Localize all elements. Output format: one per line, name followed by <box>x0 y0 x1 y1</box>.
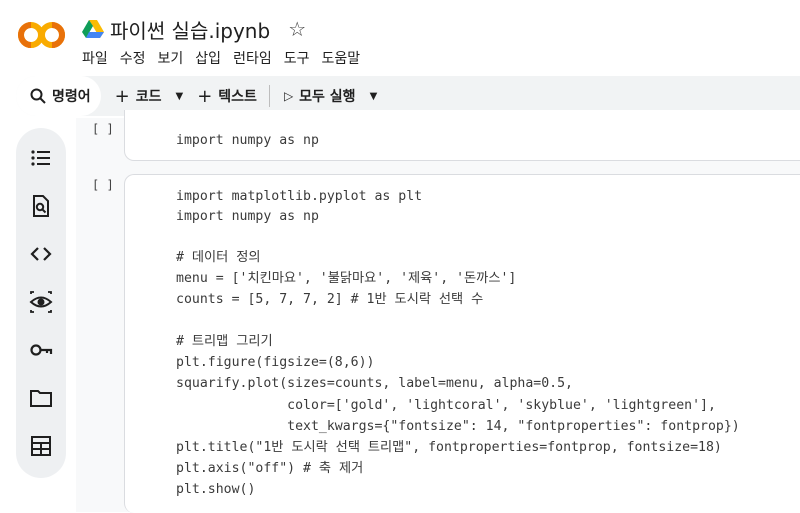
find-icon[interactable] <box>29 194 53 218</box>
code-comment: # 트리맵 그리기 <box>176 334 273 349</box>
menu-help[interactable]: 도움말 <box>321 48 367 68</box>
add-text-label: 텍스트 <box>218 89 257 105</box>
code-comment: # 데이터 정의 <box>176 250 261 265</box>
colab-logo <box>18 22 65 48</box>
code-line: menu = ['치킨마요', '불닭마요', '제육', '돈까스'] <box>176 271 517 286</box>
chevron-down-icon[interactable]: ▼ <box>176 91 184 102</box>
drive-icon[interactable] <box>82 19 104 39</box>
plus-icon: + <box>114 85 130 107</box>
menu-insert[interactable]: 삽입 <box>195 48 228 68</box>
code-line: plt.title("1반 도시락 선택 트리맵", fontpropertie… <box>176 440 722 455</box>
plus-icon: + <box>197 85 213 107</box>
menu-view[interactable]: 보기 <box>158 48 191 68</box>
code-line: plt.axis("off") # 축 제거 <box>176 461 364 476</box>
code-line: plt.show() <box>176 482 256 497</box>
run-all-button[interactable]: ▷ 모두 실행 <box>284 86 356 106</box>
code-line: plt.figure(figsize=(8,6)) <box>176 355 375 370</box>
code-line: color=['gold', 'lightcoral', 'skyblue', … <box>176 398 716 413</box>
add-code-button[interactable]: + 코드 <box>115 86 162 107</box>
code-line: squarify.plot(sizes=counts, label=menu, … <box>176 376 573 391</box>
folder-icon[interactable] <box>29 386 53 410</box>
code-line: import numpy as np <box>176 209 319 224</box>
add-text-button[interactable]: + 텍스트 <box>197 86 257 107</box>
variables-icon[interactable] <box>29 290 53 314</box>
play-icon: ▷ <box>283 89 294 103</box>
code-line: import matplotlib.pyplot as plt <box>176 189 423 204</box>
code-line: counts = [5, 7, 7, 2] # 1반 도시락 선택 수 <box>176 292 484 307</box>
key-icon[interactable] <box>29 338 53 362</box>
run-all-label: 모두 실행 <box>299 89 356 105</box>
command-label: 명령어 <box>52 89 91 105</box>
code-line: import numpy as np <box>176 133 319 148</box>
run-cell-button[interactable]: [ ] <box>92 178 114 192</box>
menubar: 파일 수정 보기 삽입 런타임 도구 도움말 <box>82 48 372 68</box>
code-snippets-icon[interactable] <box>29 242 53 266</box>
menu-file[interactable]: 파일 <box>82 48 115 68</box>
toolbar-divider <box>268 85 270 107</box>
code-line: text_kwargs={"fontsize": 14, "fontproper… <box>176 419 740 434</box>
notebook-title[interactable]: 파이썬 실습.ipynb <box>110 15 270 44</box>
add-code-label: 코드 <box>135 89 162 105</box>
left-sidebar <box>16 128 66 478</box>
star-icon[interactable]: ☆ <box>288 17 306 41</box>
menu-runtime[interactable]: 런타임 <box>233 48 279 68</box>
command-palette-button[interactable]: 명령어 <box>16 76 101 116</box>
run-cell-button[interactable]: [ ] <box>92 122 114 136</box>
search-icon <box>30 88 46 104</box>
toc-icon[interactable] <box>29 146 53 170</box>
table-icon[interactable] <box>29 434 53 458</box>
menu-edit[interactable]: 수정 <box>120 48 153 68</box>
chevron-down-icon[interactable]: ▼ <box>370 91 378 102</box>
menu-tools[interactable]: 도구 <box>284 48 317 68</box>
